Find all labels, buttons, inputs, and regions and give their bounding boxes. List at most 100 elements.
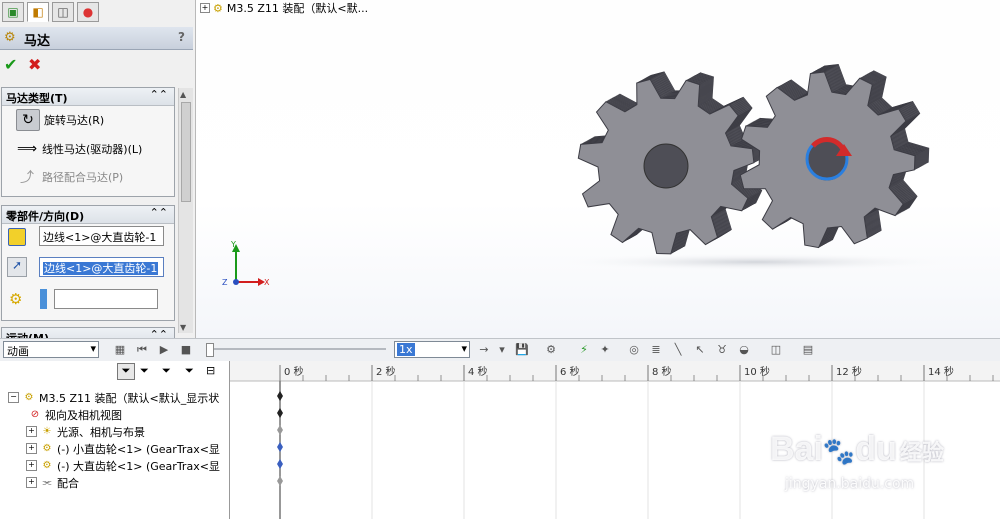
chevron-down-icon[interactable]: ▾ [90, 342, 96, 355]
tree-row-label: 配合 [57, 476, 79, 490]
motion-manager-tree: ⏷ ⏷ ⏷ ⏷ ⊟ − ⚙ M3.5 Z11 装配（默认<默认_显示状 ⊘ 视向… [0, 361, 230, 519]
tree-row-label: 视向及相机视图 [45, 408, 122, 422]
cancel-button[interactable]: ✖ [28, 55, 41, 74]
contact-tool-icon[interactable]: ♉ [714, 342, 730, 357]
motion-header[interactable]: 运动(M) ⌃⌃ [2, 328, 174, 338]
scroll-down-icon[interactable]: ▼ [180, 323, 186, 332]
tree-row-label: 光源、相机与布景 [57, 425, 145, 439]
watermark-brand: Bai [770, 430, 823, 468]
motor-icon: ⚙ [4, 30, 16, 45]
filter-animated-icon[interactable]: ⏷ [140, 364, 149, 378]
damper-tool-icon[interactable]: ╲ [670, 342, 686, 357]
save-animation-icon[interactable]: 💾 [514, 342, 530, 357]
motor-location-field[interactable]: 边线<1>@大直齿轮-1 [39, 226, 164, 246]
scroll-up-icon[interactable]: ▲ [180, 90, 186, 99]
property-icon: ◧ [32, 5, 44, 19]
panel-scrollbar[interactable] [178, 88, 193, 333]
chevron-down-icon[interactable]: ▾ [461, 342, 467, 355]
playback-mode-dropdown-icon[interactable]: ▾ [494, 342, 510, 357]
play-icon[interactable]: ▶ [156, 342, 172, 357]
axis-triad-icon [232, 244, 265, 286]
motor-location-icon [8, 228, 26, 246]
playback-slider-thumb[interactable] [206, 343, 214, 357]
force-tool-icon[interactable]: ↖ [692, 342, 708, 357]
tree-row-small-gear[interactable]: + ⚙ (-) 小直齿轮<1> (GearTrax<显 [26, 440, 220, 457]
playback-speed-select[interactable]: 1x ▾ [394, 341, 470, 358]
study-type-select[interactable]: 动画 ▾ [3, 341, 99, 358]
animation-wizard-icon[interactable]: ⚙ [543, 342, 559, 357]
motor-tool-icon[interactable]: ◎ [626, 342, 642, 357]
playback-slider-track[interactable] [214, 348, 386, 350]
expand-node-icon[interactable]: + [26, 426, 37, 437]
mates-icon: ⫘ [42, 477, 52, 488]
gravity-tool-icon[interactable]: ◒ [736, 342, 752, 357]
large-spur-gear[interactable] [739, 63, 930, 249]
rotary-motor-option[interactable]: ↻ 旋转马达(R) [16, 109, 104, 131]
keyframe-marker [277, 442, 283, 452]
study-properties-icon[interactable]: ▤ [800, 342, 816, 357]
component-direction-group: 零部件/方向(D) ⌃⌃ 边线<1>@大直齿轮-1 ➚ 边线<1>@大直齿轮-1… [1, 205, 175, 321]
playback-mode-icon[interactable]: → [476, 342, 492, 357]
property-manager-tab[interactable]: ◧ [27, 2, 49, 22]
path-mate-motor-option[interactable]: ⤴ 路径配合马达(P) [16, 166, 123, 188]
add-key-icon[interactable]: ✦ [597, 342, 613, 357]
motion-group: 运动(M) ⌃⌃ [1, 327, 175, 338]
expand-node-icon[interactable]: + [26, 477, 37, 488]
reverse-direction-button[interactable]: ➚ [7, 257, 27, 277]
configuration-icon: ◫ [57, 5, 69, 19]
collapse-icon[interactable]: ⌃⌃ [150, 328, 168, 338]
motor-type-title: 马达类型(T) [6, 92, 68, 105]
page-title: 马达 [24, 34, 51, 49]
component-direction-header[interactable]: 零部件/方向(D) ⌃⌃ [2, 206, 174, 224]
floor-shadow [546, 253, 966, 271]
feature-manager-tab[interactable]: ▣ [2, 2, 24, 22]
tree-row-assembly[interactable]: − ⚙ M3.5 Z11 装配（默认<默认_显示状 [8, 389, 219, 406]
motor-direction-field[interactable]: 边线<1>@大直齿轮-1 [39, 257, 164, 277]
tree-row-large-gear[interactable]: + ⚙ (-) 大直齿轮<1> (GearTrax<显 [26, 457, 220, 474]
tree-row-lights[interactable]: + ☀ 光源、相机与布景 [26, 423, 145, 440]
component-to-move-field[interactable] [54, 289, 158, 309]
collapse-node-icon[interactable]: − [8, 392, 19, 403]
keyframe-marker [277, 408, 283, 418]
gears-viewport[interactable]: Y X Z [196, 0, 1000, 338]
timeline-tick-label: 8 秒 [652, 365, 672, 378]
motor-type-group: 马达类型(T) ⌃⌃ ↻ 旋转马达(R) ⟹ 线性马达(驱动器)(L) ⤴ 路径… [1, 87, 175, 197]
component-to-move-icon: ⚙ [9, 290, 23, 308]
display-manager-tab[interactable]: ● [77, 2, 99, 22]
motion-toolbar: 动画 ▾ ▦ ⏮ ▶ ■ 1x ▾ → ▾ 💾 ⚙ ⚡ ✦ ◎ ≣ ╲ ↖ ♉ … [0, 338, 1000, 362]
timeline-tick-label: 6 秒 [560, 365, 580, 378]
help-icon[interactable]: ? [178, 30, 185, 44]
linear-motor-option[interactable]: ⟹ 线性马达(驱动器)(L) [16, 138, 142, 160]
calculate-icon[interactable]: ▦ [112, 342, 128, 357]
collapse-tree-icon[interactable]: ⊟ [206, 364, 215, 377]
stop-icon[interactable]: ■ [178, 342, 194, 357]
configuration-manager-tab[interactable]: ◫ [52, 2, 74, 22]
scrollbar-thumb[interactable] [181, 102, 191, 202]
feature-tree-icon: ▣ [7, 5, 19, 19]
filter-selected-icon[interactable]: ⏷ [185, 364, 194, 378]
play-from-start-icon[interactable]: ⏮ [134, 342, 150, 357]
small-spur-gear[interactable] [577, 71, 769, 255]
playback-speed-value: 1x [397, 343, 415, 356]
expand-node-icon[interactable]: + [26, 460, 37, 471]
motor-type-header[interactable]: 马达类型(T) ⌃⌃ [2, 88, 174, 106]
collapse-icon[interactable]: ⌃⌃ [150, 206, 168, 219]
graphics-area[interactable]: + ⚙ M3.5 Z11 装配（默认<默... Y X Z [196, 0, 1000, 338]
filter-icon[interactable]: ⏷ [117, 363, 135, 380]
expand-node-icon[interactable]: + [26, 443, 37, 454]
collapse-icon[interactable]: ⌃⌃ [150, 88, 168, 101]
filter-driving-icon[interactable]: ⏷ [162, 364, 171, 378]
paw-icon: 🐾 [822, 436, 856, 466]
autokey-icon[interactable]: ⚡ [576, 342, 592, 357]
ok-button[interactable]: ✔ [4, 55, 17, 74]
path-mate-icon: ⤴ [20, 170, 34, 186]
timeline-ruler [230, 361, 1000, 381]
tree-row-orientation[interactable]: ⊘ 视向及相机视图 [28, 406, 122, 423]
display-manager-icon: ● [82, 5, 94, 19]
tree-row-label: M3.5 Z11 装配（默认<默认_显示状 [39, 391, 220, 405]
watermark-brand2: du [855, 430, 897, 468]
tree-row-mates[interactable]: + ⫘ 配合 [26, 474, 79, 491]
results-plot-icon[interactable]: ◫ [768, 342, 784, 357]
watermark-cn: 经验 [899, 440, 944, 465]
spring-tool-icon[interactable]: ≣ [648, 342, 664, 357]
